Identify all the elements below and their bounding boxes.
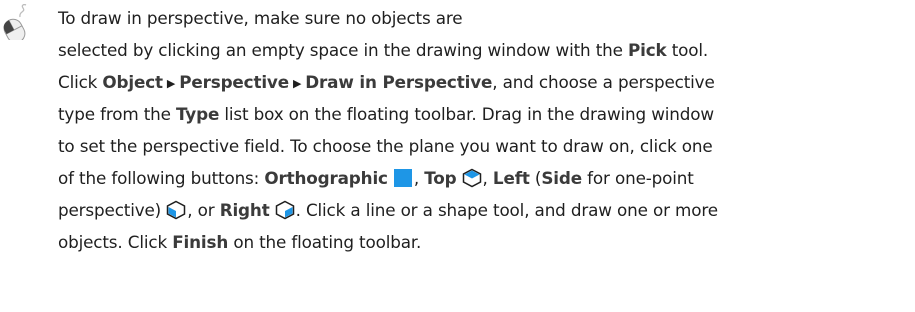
triangle-right-icon: ▶ — [292, 77, 302, 90]
text-run: of the following buttons: — [58, 168, 265, 188]
ui-term-pick: Pick — [627, 40, 667, 60]
ui-term-orthographic: Orthographic — [264, 168, 388, 188]
text-run: , or — [187, 200, 220, 220]
help-text-block: To draw in perspective, make sure no obj… — [0, 0, 915, 312]
ui-term-side: Side — [541, 168, 582, 188]
ui-term-left: Left — [492, 168, 530, 188]
ui-term-right: Right — [219, 200, 270, 220]
instruction-paragraph: To draw in perspective, make sure no obj… — [58, 2, 910, 258]
ui-term-perspective: Perspective — [179, 72, 289, 92]
text-run: Click — [58, 72, 103, 92]
ui-term-top: Top — [424, 168, 457, 188]
text-line-8: objects. Click Finish on the floating to… — [58, 226, 910, 258]
text-run: list box on the floating toolbar. Drag i… — [219, 104, 714, 124]
right-plane-icon — [275, 200, 294, 220]
text-line-2: selected by clicking an empty space in t… — [58, 34, 910, 66]
left-plane-icon — [167, 200, 186, 220]
text-run: to set the perspective field. To choose … — [58, 136, 713, 156]
text-run: objects. Click — [58, 232, 173, 252]
text-run: type from the — [58, 104, 176, 124]
ui-term-object: Object — [102, 72, 163, 92]
text-run: , and choose a perspective — [492, 72, 715, 92]
text-run: for one-point — [581, 168, 694, 188]
text-line-7: perspective) , or Right . Click a line or… — [58, 194, 910, 226]
text-run: , — [413, 168, 425, 188]
text-line-3: Click Object ▶ Perspective ▶ Draw in Perspec… — [58, 66, 910, 98]
triangle-right-icon: ▶ — [166, 77, 176, 90]
text-run: on the floating toolbar. — [228, 232, 422, 252]
text-run: perspective) — [58, 200, 167, 220]
orthographic-plane-icon — [393, 169, 412, 187]
text-line-6: of the following buttons: Orthographic, … — [58, 162, 910, 194]
ui-term-draw-in-perspective: Draw in Perspective — [305, 72, 493, 92]
text-run: . Click a line or a shape tool, and draw… — [295, 200, 718, 220]
ui-term-type: Type — [175, 104, 220, 124]
text-line-1: To draw in perspective, make sure no obj… — [58, 2, 910, 34]
text-run: selected by clicking an empty space in t… — [58, 40, 628, 60]
text-run: , — [482, 168, 493, 188]
ui-term-finish: Finish — [172, 232, 229, 252]
text-run: tool. — [666, 40, 709, 60]
mouse-icon — [3, 4, 27, 40]
text-line-4: type from the Type list box on the float… — [58, 98, 910, 130]
top-plane-icon — [462, 168, 481, 188]
text-run: To draw in perspective, make sure no obj… — [58, 8, 463, 28]
text-line-5: to set the perspective field. To choose … — [58, 130, 910, 162]
text-run: ( — [529, 168, 542, 188]
